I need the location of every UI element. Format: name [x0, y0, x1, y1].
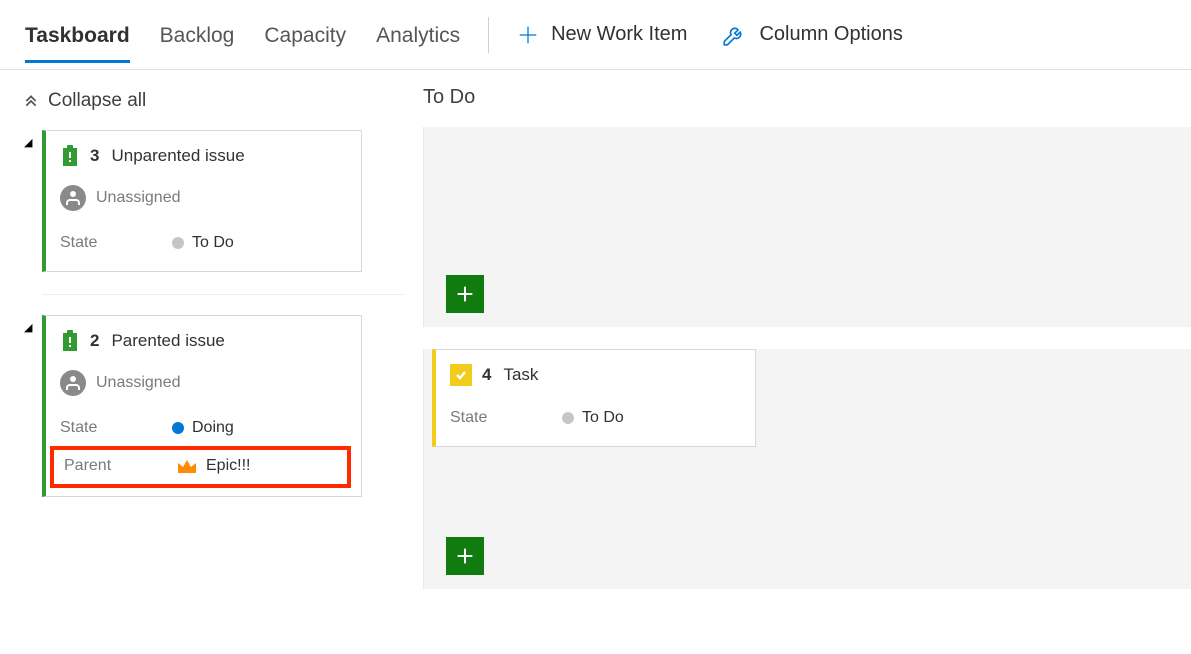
- board: Collapse all ◢ 3 Unparented issue: [0, 70, 1191, 611]
- card-field-state: State To Do: [60, 229, 345, 257]
- card-title-row: 4 Task: [450, 364, 739, 386]
- state-label: State: [450, 409, 562, 427]
- backlog-row: ◢ 2 Parented issue: [24, 315, 405, 497]
- collapse-icon: [24, 94, 38, 108]
- card-title: Task: [503, 365, 538, 385]
- parent-label: Parent: [64, 457, 176, 475]
- parent-value: Epic!!!: [206, 457, 250, 475]
- new-work-item-label: New Work Item: [551, 23, 687, 46]
- task-card[interactable]: 4 Task State To Do: [432, 349, 756, 447]
- tab-analytics[interactable]: Analytics: [376, 8, 460, 62]
- tabs: Taskboard Backlog Capacity Analytics: [25, 8, 460, 62]
- tab-taskboard[interactable]: Taskboard: [25, 8, 130, 62]
- plus-icon: [517, 24, 539, 46]
- separator: [488, 17, 489, 53]
- avatar-icon: [60, 185, 86, 211]
- collapse-all-label: Collapse all: [48, 90, 146, 112]
- card-assignee[interactable]: Unassigned: [60, 370, 345, 396]
- avatar-icon: [60, 370, 86, 396]
- column-options-button[interactable]: Column Options: [721, 22, 902, 48]
- tab-backlog[interactable]: Backlog: [160, 8, 235, 62]
- crown-icon: [176, 457, 198, 475]
- expand-toggle[interactable]: ◢: [24, 315, 42, 334]
- board-column-todo: To Do 4 Task Stat: [405, 70, 1191, 611]
- card-id: 2: [90, 331, 101, 351]
- card-title: Unparented issue: [111, 146, 244, 166]
- card-title-row: 2 Parented issue: [60, 330, 345, 352]
- add-card-button[interactable]: [446, 275, 484, 313]
- state-dot-icon: [172, 422, 184, 434]
- column-options-label: Column Options: [759, 23, 902, 46]
- state-value: To Do: [582, 409, 624, 427]
- sidebar: Collapse all ◢ 3 Unparented issue: [0, 70, 405, 611]
- swimlane[interactable]: [423, 127, 1191, 327]
- tab-capacity[interactable]: Capacity: [264, 8, 346, 62]
- issue-card[interactable]: 3 Unparented issue Unassigned State: [42, 130, 362, 272]
- swimlane[interactable]: 4 Task State To Do: [423, 349, 1191, 589]
- wrench-icon: [721, 22, 747, 48]
- state-dot-icon: [562, 412, 574, 424]
- state-label: State: [60, 234, 172, 252]
- column-header: To Do: [423, 86, 1191, 109]
- issue-icon: [60, 330, 80, 352]
- collapse-all-button[interactable]: Collapse all: [24, 90, 405, 112]
- state-dot-icon: [172, 237, 184, 249]
- card-id: 3: [90, 146, 101, 166]
- expand-toggle[interactable]: ◢: [24, 130, 42, 149]
- state-label: State: [60, 419, 172, 437]
- parent-highlight: Parent Epic!!!: [50, 446, 351, 488]
- card-assignee[interactable]: Unassigned: [60, 185, 345, 211]
- card-field-parent: Parent Epic!!!: [64, 452, 341, 480]
- assignee-name: Unassigned: [96, 374, 181, 392]
- issue-icon: [60, 145, 80, 167]
- issue-card[interactable]: 2 Parented issue Unassigned State: [42, 315, 362, 497]
- card-title-row: 3 Unparented issue: [60, 145, 345, 167]
- header-actions: New Work Item Column Options: [517, 22, 903, 48]
- new-work-item-button[interactable]: New Work Item: [517, 23, 687, 46]
- header-bar: Taskboard Backlog Capacity Analytics New…: [0, 0, 1191, 70]
- state-value: Doing: [192, 419, 234, 437]
- state-value: To Do: [192, 234, 234, 252]
- task-icon: [450, 364, 472, 386]
- add-card-button[interactable]: [446, 537, 484, 575]
- card-id: 4: [482, 365, 493, 385]
- assignee-name: Unassigned: [96, 189, 181, 207]
- card-field-state: State To Do: [450, 404, 739, 432]
- backlog-row: ◢ 3 Unparented issue: [24, 130, 405, 272]
- card-field-state: State Doing: [60, 414, 345, 442]
- card-title: Parented issue: [111, 331, 224, 351]
